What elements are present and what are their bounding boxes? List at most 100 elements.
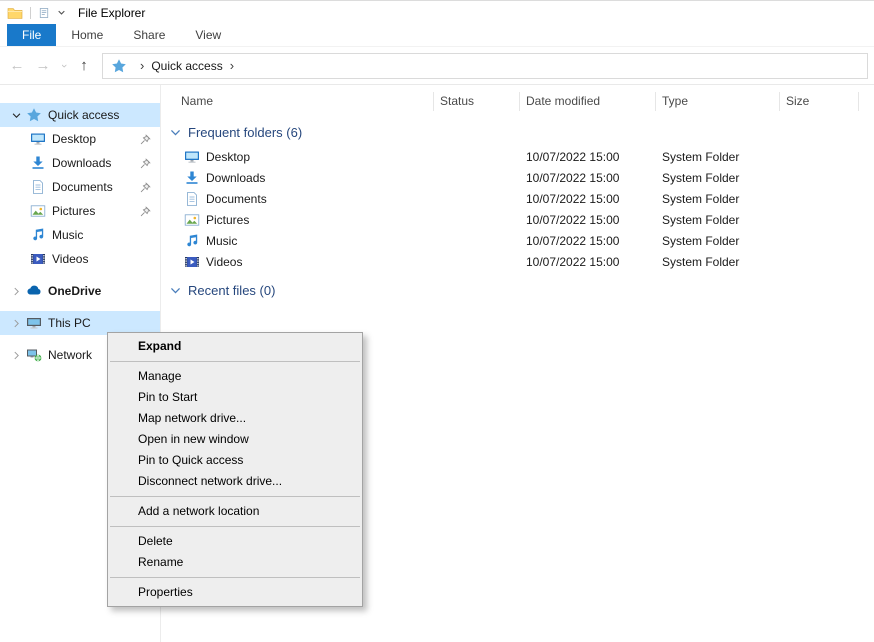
toolbar-properties-icon[interactable] [38, 7, 50, 19]
sidebar-item-label: Music [52, 228, 83, 242]
breadcrumb-item-quick-access[interactable]: Quick access [151, 59, 222, 73]
file-row-documents[interactable]: Documents10/07/2022 15:00System Folder [161, 188, 874, 209]
menu-item-rename[interactable]: Rename [108, 552, 362, 573]
file-date-modified: 10/07/2022 15:00 [520, 150, 656, 164]
menu-item-pin-to-quick-access[interactable]: Pin to Quick access [108, 450, 362, 471]
file-row-downloads[interactable]: Downloads 10/07/2022 15:00System Folder [161, 167, 874, 188]
group-header-recent-files-0[interactable]: Recent files (0) [161, 280, 874, 300]
chevron-right-icon[interactable] [8, 286, 25, 297]
sidebar-item-quick-access[interactable]: Quick access [0, 103, 160, 127]
recent-locations-dropdown-button[interactable]: › [56, 54, 71, 78]
onedrive-icon [25, 283, 43, 299]
group-header-frequent-folders-6[interactable]: Frequent folders (6) [161, 122, 874, 142]
file-name: Downloads [206, 171, 265, 185]
file-date-modified: 10/07/2022 15:00 [520, 234, 656, 248]
pin-icon [139, 205, 152, 218]
file-name-cell: Music [161, 233, 434, 249]
chevron-right-icon[interactable] [8, 350, 25, 361]
file-type: System Folder [656, 255, 780, 269]
sidebar-item-desktop[interactable]: Desktop [0, 127, 160, 151]
file-name-cell: Videos [161, 254, 434, 270]
sidebar-item-downloads[interactable]: Downloads [0, 151, 160, 175]
file-type: System Folder [656, 213, 780, 227]
menu-item-disconnect-network-drive[interactable]: Disconnect network drive... [108, 471, 362, 492]
sidebar-item-label: Videos [52, 252, 88, 266]
up-button[interactable]: ↑ [71, 54, 97, 78]
sidebar-item-label: Quick access [48, 108, 119, 122]
tab-file[interactable]: File [7, 24, 56, 46]
sidebar-item-onedrive[interactable]: OneDrive [0, 279, 160, 303]
sidebar-item-label: Pictures [52, 204, 95, 218]
sidebar-item-videos[interactable]: Videos [0, 247, 160, 271]
file-row-music[interactable]: Music 10/07/2022 15:00System Folder [161, 230, 874, 251]
chevron-down-icon[interactable] [169, 126, 182, 139]
menu-item-map-network-drive[interactable]: Map network drive... [108, 408, 362, 429]
group-label: Recent files (0) [188, 283, 275, 298]
menu-item-add-a-network-location[interactable]: Add a network location [108, 501, 362, 522]
file-type: System Folder [656, 234, 780, 248]
address-bar[interactable]: ›Quick access› [102, 53, 868, 79]
qat-dropdown-icon[interactable] [57, 8, 66, 17]
network-icon [25, 347, 43, 363]
sidebar-item-documents[interactable]: Documents [0, 175, 160, 199]
desktop-icon [29, 131, 47, 147]
explorer-folder-icon[interactable] [7, 5, 23, 21]
file-name: Pictures [206, 213, 249, 227]
sidebar-item-music[interactable]: Music [0, 223, 160, 247]
menu-item-manage[interactable]: Manage [108, 366, 362, 387]
sidebar-item-label: This PC [48, 316, 91, 330]
file-name: Music [206, 234, 237, 248]
file-name-cell: Pictures [161, 212, 434, 228]
pin-icon [139, 133, 152, 146]
column-header-type[interactable]: Type [656, 92, 780, 111]
file-name: Desktop [206, 150, 250, 164]
downloads-icon [183, 170, 201, 186]
chevron-down-icon[interactable] [8, 110, 25, 121]
file-row-pictures[interactable]: Pictures10/07/2022 15:00System Folder [161, 209, 874, 230]
pictures-icon [29, 203, 47, 219]
titlebar: File Explorer [0, 1, 874, 24]
tab-share[interactable]: Share [118, 24, 180, 46]
sidebar-item-label: OneDrive [48, 284, 101, 298]
quick-access-icon [110, 58, 128, 74]
file-type: System Folder [656, 192, 780, 206]
back-glyph: ← [10, 57, 25, 74]
back-button[interactable]: ← [4, 54, 30, 78]
desktop-icon [183, 149, 201, 165]
menu-separator [110, 577, 360, 578]
column-header-name[interactable]: Name [161, 92, 434, 111]
chevron-right-icon[interactable] [8, 318, 25, 329]
file-row-videos[interactable]: Videos 10/07/2022 15:00System Folder [161, 251, 874, 272]
pictures-icon [183, 212, 201, 228]
file-row-desktop[interactable]: Desktop 10/07/2022 15:00System Folder [161, 146, 874, 167]
column-header-size[interactable]: Size [780, 92, 859, 111]
menu-item-pin-to-start[interactable]: Pin to Start [108, 387, 362, 408]
sidebar-item-label: Documents [52, 180, 113, 194]
column-header-status[interactable]: Status [434, 92, 520, 111]
pin-icon [139, 181, 152, 194]
tab-home[interactable]: Home [56, 24, 118, 46]
file-date-modified: 10/07/2022 15:00 [520, 255, 656, 269]
group-label: Frequent folders (6) [188, 125, 302, 140]
menu-item-delete[interactable]: Delete [108, 531, 362, 552]
chevron-down-icon[interactable] [169, 284, 182, 297]
file-date-modified: 10/07/2022 15:00 [520, 171, 656, 185]
file-type: System Folder [656, 150, 780, 164]
quick-access-toolbar [7, 5, 66, 21]
breadcrumb-separator: › [140, 58, 144, 73]
menu-item-properties[interactable]: Properties [108, 582, 362, 603]
videos-icon [183, 254, 201, 270]
file-name: Documents [206, 192, 267, 206]
menu-item-open-in-new-window[interactable]: Open in new window [108, 429, 362, 450]
sidebar-item-pictures[interactable]: Pictures [0, 199, 160, 223]
music-icon [29, 227, 47, 243]
sidebar-item-label: Network [48, 348, 92, 362]
file-type: System Folder [656, 171, 780, 185]
file-explorer-window: File Explorer FileHomeShareView ←→›↑ ›Qu… [0, 0, 874, 641]
column-header-date-modified[interactable]: Date modified [520, 92, 656, 111]
forward-button[interactable]: → [30, 54, 56, 78]
file-name-cell: Documents [161, 191, 434, 207]
menu-item-expand[interactable]: Expand [108, 336, 362, 357]
this-pc-icon [25, 315, 43, 331]
tab-view[interactable]: View [180, 24, 236, 46]
